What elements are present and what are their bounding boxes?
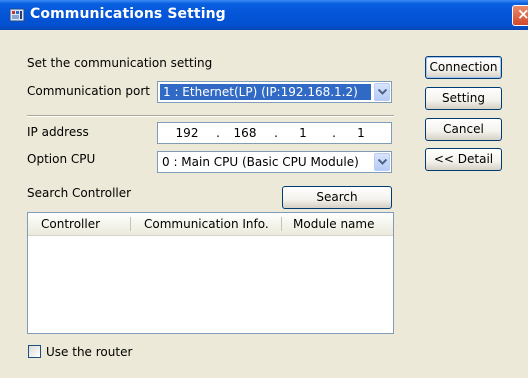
search-controller-label: Search Controller: [27, 186, 132, 200]
ip-dot: .: [274, 126, 278, 140]
close-button[interactable]: ×: [512, 5, 528, 26]
separator: [27, 115, 394, 117]
list-header: Controller Communication Info. Module na…: [28, 213, 393, 236]
detail-button[interactable]: << Detail: [425, 148, 502, 171]
ip-octet-4: 1: [357, 126, 365, 140]
controller-list[interactable]: Controller Communication Info. Module na…: [27, 212, 394, 334]
column-divider[interactable]: [281, 217, 282, 231]
app-icon: [9, 8, 25, 22]
ip-octet-2: 168: [233, 126, 257, 140]
ip-address-field[interactable]: 192 . 168 . 1 . 1: [157, 122, 392, 144]
option-cpu-value: 0 : Main CPU (Basic CPU Module): [162, 155, 359, 169]
use-router-label[interactable]: Use the router: [46, 345, 132, 359]
window-title: Communications Setting: [30, 6, 226, 22]
ip-octet-1: 192: [175, 126, 199, 140]
option-cpu-dropdown-button[interactable]: [374, 153, 390, 171]
column-header-communication-info[interactable]: Communication Info.: [144, 213, 269, 235]
comm-port-value: 1 : Ethernet(LP) (IP:192.168.1.2): [160, 84, 371, 100]
ip-dot: .: [332, 126, 336, 140]
comm-port-select[interactable]: 1 : Ethernet(LP) (IP:192.168.1.2): [157, 81, 392, 103]
comm-port-label: Communication port: [27, 84, 150, 98]
ip-label: IP address: [27, 125, 89, 139]
chevron-down-icon: [378, 89, 387, 95]
form-heading: Set the communication setting: [27, 56, 213, 70]
column-header-module-name[interactable]: Module name: [293, 213, 374, 235]
ip-octet-3: 1: [299, 126, 307, 140]
column-divider[interactable]: [130, 217, 131, 231]
option-cpu-select[interactable]: 0 : Main CPU (Basic CPU Module): [157, 151, 392, 173]
chevron-down-icon: [378, 159, 387, 165]
use-router-checkbox[interactable]: [28, 345, 41, 358]
close-icon: ×: [517, 5, 528, 23]
communications-dialog: Communications Setting × Set the communi…: [0, 0, 528, 378]
title-bar[interactable]: Communications Setting ×: [0, 0, 528, 30]
setting-button[interactable]: Setting: [425, 87, 502, 110]
option-cpu-label: Option CPU: [27, 152, 96, 166]
column-header-controller[interactable]: Controller: [41, 213, 100, 235]
ip-dot: .: [216, 126, 220, 140]
comm-port-dropdown-button[interactable]: [374, 83, 390, 101]
connection-button[interactable]: Connection: [425, 56, 502, 79]
cancel-button[interactable]: Cancel: [425, 118, 502, 141]
search-button[interactable]: Search: [282, 186, 392, 209]
